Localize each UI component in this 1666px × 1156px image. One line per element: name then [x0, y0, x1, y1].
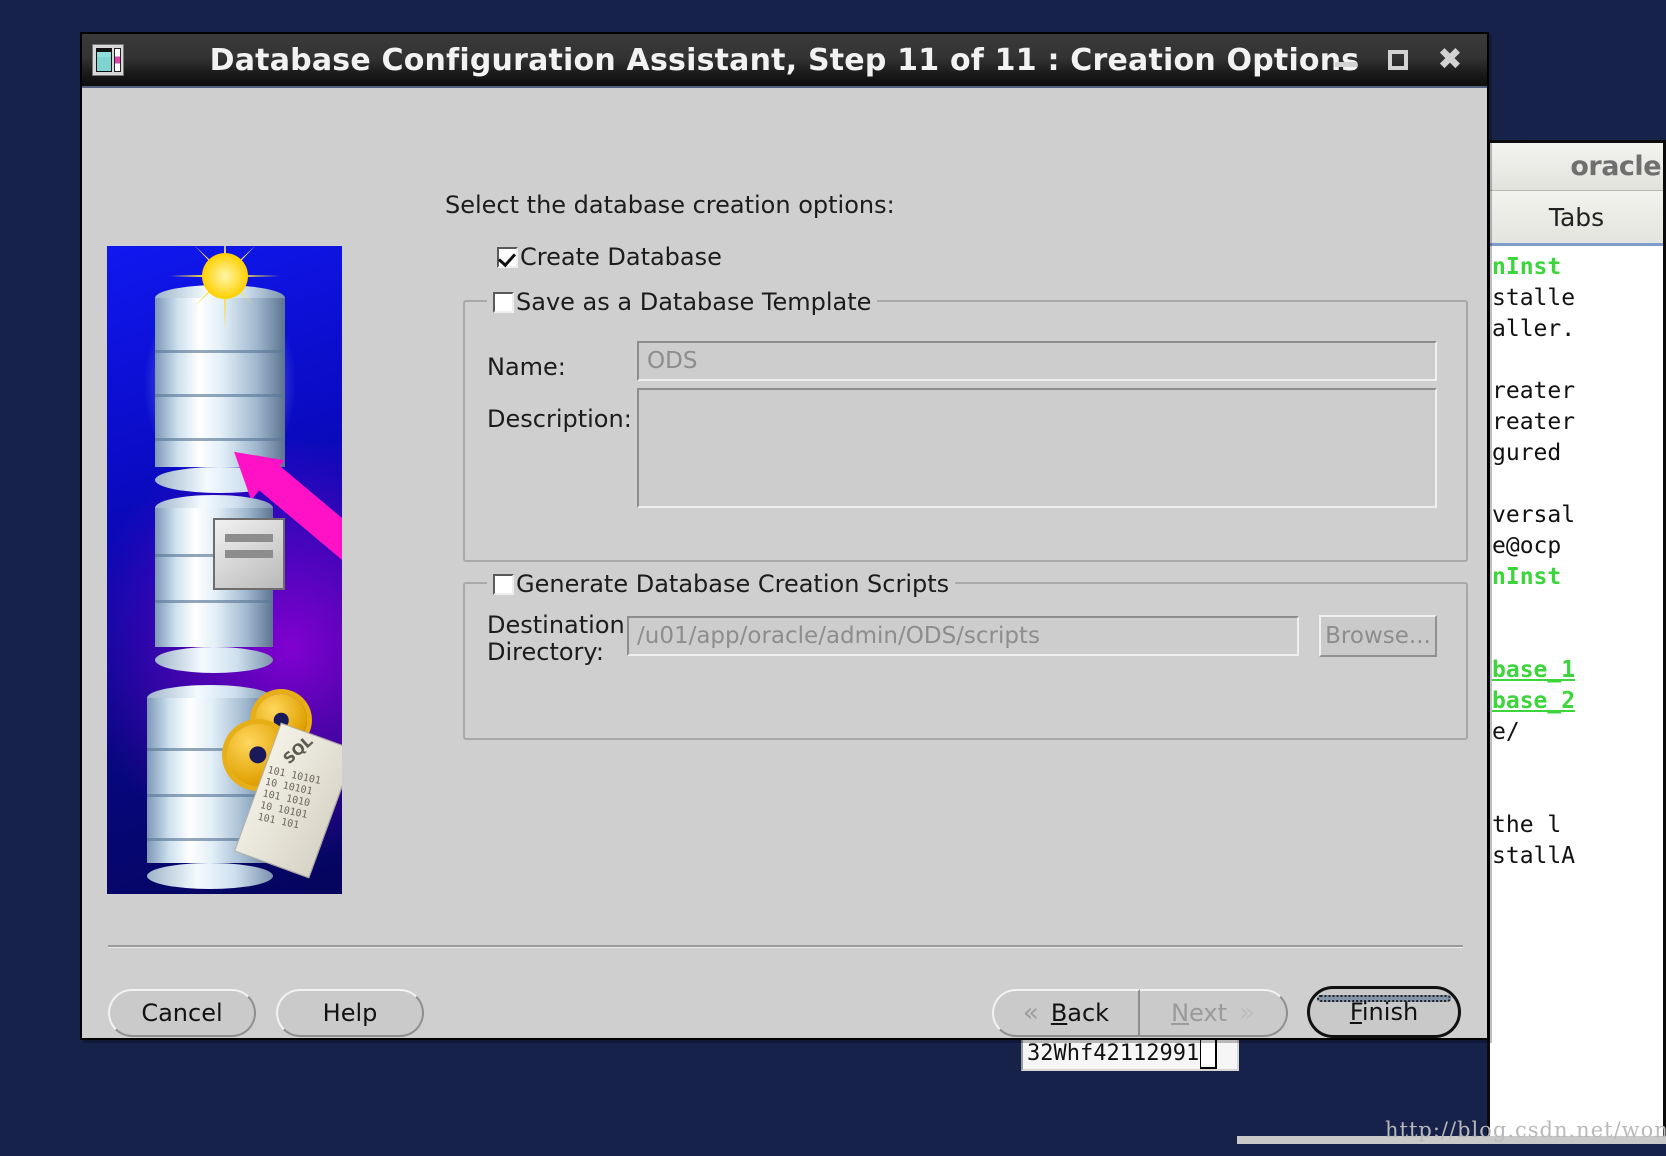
bottom-text-input[interactable]: 32Whf42112991: [1021, 1035, 1239, 1071]
back-button[interactable]: « Back: [992, 989, 1140, 1037]
terminal-window[interactable]: oracle Tabs nInst stalle aller. reater reat…: [1487, 140, 1666, 1140]
chevron-right-icon: »: [1239, 998, 1255, 1028]
next-button[interactable]: Next »: [1140, 989, 1288, 1037]
terminal-line: e/: [1492, 719, 1520, 745]
terminal-line: aller.: [1492, 316, 1576, 342]
sparkle-star-icon: [170, 246, 335, 386]
maximize-button[interactable]: [1385, 47, 1411, 73]
terminal-line: gured: [1492, 440, 1562, 466]
template-name-value: ODS: [647, 348, 698, 374]
next-button-label: Next: [1171, 999, 1227, 1027]
terminal-menubar[interactable]: Tabs: [1490, 191, 1663, 246]
finish-button[interactable]: Finish: [1307, 986, 1461, 1038]
terminal-line: e@ocp: [1492, 533, 1562, 559]
minimize-button[interactable]: [1333, 47, 1359, 73]
checkbox-unchecked-icon: [493, 291, 514, 313]
cancel-button[interactable]: Cancel: [108, 989, 256, 1037]
maximize-icon: [1388, 50, 1408, 70]
browse-button-label: Browse...: [1325, 623, 1431, 649]
bottom-text-input-value: 32Whf42112991: [1027, 1040, 1200, 1066]
help-button-label: Help: [322, 999, 378, 1027]
template-name-input[interactable]: ODS: [637, 341, 1437, 381]
checkbox-unchecked-icon: [493, 573, 514, 595]
template-description-input[interactable]: [637, 388, 1437, 508]
terminal-line: base_1: [1492, 657, 1576, 683]
dca-dialog: Database Configuration Assistant, Step 1…: [80, 32, 1489, 1040]
terminal-line: base_2: [1492, 688, 1576, 714]
destination-directory-label-line2: Directory:: [487, 638, 604, 666]
terminal-output: nInst stalle aller. reater reater gured vers…: [1490, 246, 1663, 872]
destination-directory-label: Destination Directory:: [487, 612, 625, 666]
terminal-menu-tabs[interactable]: Tabs: [1549, 203, 1604, 232]
create-database-checkbox[interactable]: Create Database: [497, 243, 722, 271]
generate-scripts-checkbox[interactable]: Generate Database Creation Scripts: [487, 570, 956, 598]
template-name-label: Name:: [487, 353, 566, 381]
terminal-titlebar: oracle: [1490, 143, 1663, 191]
text-caret: [1200, 1037, 1218, 1069]
terminal-line: versal: [1492, 502, 1576, 528]
dialog-content: SQL 101 10101 10 10101 101 1010 10 10101 101…: [82, 88, 1487, 1040]
destination-directory-input[interactable]: /u01/app/oracle/admin/ODS/scripts: [627, 616, 1299, 656]
terminal-line: reater: [1492, 409, 1576, 435]
terminal-line: nInst: [1492, 564, 1562, 590]
destination-directory-value: /u01/app/oracle/admin/ODS/scripts: [637, 623, 1040, 649]
terminal-line: stalle: [1492, 285, 1576, 311]
close-button[interactable]: ✖: [1437, 42, 1463, 77]
create-database-label: Create Database: [520, 243, 722, 271]
terminal-line: nInst: [1492, 254, 1562, 280]
browse-button[interactable]: Browse...: [1319, 615, 1437, 657]
template-description-label: Description:: [487, 405, 632, 433]
database-app-icon: [92, 44, 124, 76]
checkbox-checked-icon: [497, 246, 518, 268]
terminal-line: reater: [1492, 378, 1576, 404]
help-button[interactable]: Help: [276, 989, 424, 1037]
save-as-template-checkbox[interactable]: Save as a Database Template: [487, 288, 878, 316]
terminal-title: oracle: [1570, 151, 1661, 182]
chevron-left-icon: «: [1022, 998, 1039, 1028]
close-icon: ✖: [1437, 42, 1463, 77]
footer-divider: [108, 945, 1463, 948]
watermark-text: http://blog.csdn.net/wonhf: [1385, 1118, 1666, 1142]
window-controls: ✖: [1333, 42, 1487, 77]
database-illustration: SQL 101 10101 10 10101 101 1010 10 10101 101…: [107, 246, 342, 894]
intro-text: Select the database creation options:: [445, 191, 895, 219]
dialog-titlebar[interactable]: Database Configuration Assistant, Step 1…: [82, 34, 1487, 88]
save-as-template-label: Save as a Database Template: [516, 288, 872, 316]
destination-directory-label-line1: Destination: [487, 611, 625, 639]
minimize-icon: [1335, 62, 1357, 67]
dialog-title: Database Configuration Assistant, Step 1…: [209, 42, 1360, 78]
cancel-button-label: Cancel: [141, 999, 223, 1027]
terminal-line: stallA: [1492, 843, 1576, 869]
back-button-label: Back: [1050, 999, 1110, 1027]
terminal-line: the l: [1492, 812, 1562, 838]
generate-scripts-label: Generate Database Creation Scripts: [516, 570, 950, 598]
floppy-disk-icon: [213, 518, 285, 590]
finish-button-label: Finish: [1349, 998, 1419, 1026]
